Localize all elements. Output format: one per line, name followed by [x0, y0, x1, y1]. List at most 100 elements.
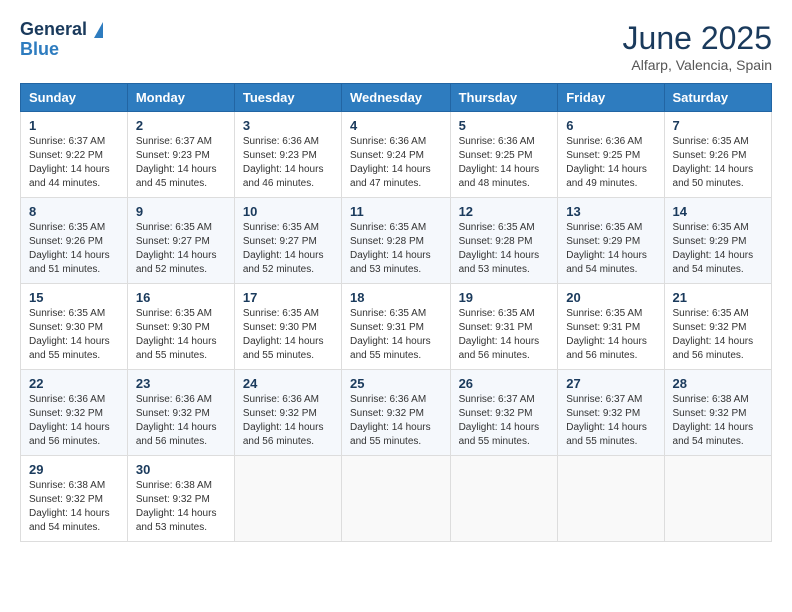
day-number: 1 — [29, 118, 119, 133]
day-number: 25 — [350, 376, 442, 391]
day-number: 11 — [350, 204, 442, 219]
day-info: Sunrise: 6:36 AMSunset: 9:32 PMDaylight:… — [243, 393, 333, 449]
calendar-cell: 5 Sunrise: 6:36 AMSunset: 9:25 PMDaylight… — [450, 112, 558, 198]
day-number: 7 — [673, 118, 763, 133]
calendar-cell: 7 Sunrise: 6:35 AMSunset: 9:26 PMDaylight… — [664, 112, 771, 198]
day-info: Sunrise: 6:37 AMSunset: 9:22 PMDaylight:… — [29, 135, 119, 191]
day-number: 29 — [29, 462, 119, 477]
calendar-week-1: 1 Sunrise: 6:37 AMSunset: 9:22 PMDaylight… — [21, 112, 772, 198]
day-info: Sunrise: 6:37 AMSunset: 9:23 PMDaylight:… — [136, 135, 226, 191]
day-number: 4 — [350, 118, 442, 133]
day-info: Sunrise: 6:36 AMSunset: 9:32 PMDaylight:… — [136, 393, 226, 449]
day-number: 14 — [673, 204, 763, 219]
calendar-week-4: 22Sunrise: 6:36 AMSunset: 9:32 PMDayligh… — [21, 370, 772, 456]
calendar-week-5: 29Sunrise: 6:38 AMSunset: 9:32 PMDayligh… — [21, 456, 772, 542]
day-number: 20 — [566, 290, 655, 305]
day-info: Sunrise: 6:37 AMSunset: 9:32 PMDaylight:… — [566, 393, 655, 449]
calendar-cell: 10Sunrise: 6:35 AMSunset: 9:27 PMDayligh… — [234, 198, 341, 284]
calendar-week-3: 15Sunrise: 6:35 AMSunset: 9:30 PMDayligh… — [21, 284, 772, 370]
day-info: Sunrise: 6:35 AMSunset: 9:28 PMDaylight:… — [459, 221, 550, 277]
calendar-cell: 27 Sunrise: 6:37 AMSunset: 9:32 PMDayligh… — [558, 370, 664, 456]
day-number: 18 — [350, 290, 442, 305]
calendar-cell: 13Sunrise: 6:35 AMSunset: 9:29 PMDayligh… — [558, 198, 664, 284]
day-header-wednesday: Wednesday — [342, 84, 451, 112]
calendar-cell: 30Sunrise: 6:38 AMSunset: 9:32 PMDayligh… — [127, 456, 234, 542]
day-info: Sunrise: 6:36 AMSunset: 9:24 PMDaylight:… — [350, 135, 442, 191]
calendar-cell: 12 Sunrise: 6:35 AMSunset: 9:28 PMDayligh… — [450, 198, 558, 284]
day-info: Sunrise: 6:35 AMSunset: 9:29 PMDaylight:… — [673, 221, 763, 277]
day-number: 21 — [673, 290, 763, 305]
day-number: 8 — [29, 204, 119, 219]
calendar-cell: 29Sunrise: 6:38 AMSunset: 9:32 PMDayligh… — [21, 456, 128, 542]
day-info: Sunrise: 6:35 AMSunset: 9:32 PMDaylight:… — [673, 307, 763, 363]
day-number: 28 — [673, 376, 763, 391]
calendar-cell: 24Sunrise: 6:36 AMSunset: 9:32 PMDayligh… — [234, 370, 341, 456]
calendar-cell: 11Sunrise: 6:35 AMSunset: 9:28 PMDayligh… — [342, 198, 451, 284]
logo: General Blue — [20, 20, 103, 60]
day-number: 30 — [136, 462, 226, 477]
day-info: Sunrise: 6:35 AMSunset: 9:30 PMDaylight:… — [136, 307, 226, 363]
calendar-cell: 19 Sunrise: 6:35 AMSunset: 9:31 PMDayligh… — [450, 284, 558, 370]
calendar-cell: 26Sunrise: 6:37 AMSunset: 9:32 PMDayligh… — [450, 370, 558, 456]
day-number: 16 — [136, 290, 226, 305]
calendar-cell: 22Sunrise: 6:36 AMSunset: 9:32 PMDayligh… — [21, 370, 128, 456]
calendar-cell: 2 Sunrise: 6:37 AMSunset: 9:23 PMDaylight… — [127, 112, 234, 198]
day-number: 17 — [243, 290, 333, 305]
day-info: Sunrise: 6:35 AMSunset: 9:30 PMDaylight:… — [29, 307, 119, 363]
calendar-cell: 21 Sunrise: 6:35 AMSunset: 9:32 PMDayligh… — [664, 284, 771, 370]
day-info: Sunrise: 6:35 AMSunset: 9:31 PMDaylight:… — [350, 307, 442, 363]
calendar-cell: 20 Sunrise: 6:35 AMSunset: 9:31 PMDayligh… — [558, 284, 664, 370]
day-header-saturday: Saturday — [664, 84, 771, 112]
calendar-cell: 9 Sunrise: 6:35 AMSunset: 9:27 PMDaylight… — [127, 198, 234, 284]
calendar-cell: 14 Sunrise: 6:35 AMSunset: 9:29 PMDayligh… — [664, 198, 771, 284]
day-number: 5 — [459, 118, 550, 133]
day-number: 19 — [459, 290, 550, 305]
calendar-cell — [342, 456, 451, 542]
day-number: 27 — [566, 376, 655, 391]
day-header-friday: Friday — [558, 84, 664, 112]
day-info: Sunrise: 6:36 AMSunset: 9:23 PMDaylight:… — [243, 135, 333, 191]
day-number: 9 — [136, 204, 226, 219]
title-section: June 2025 Alfarp, Valencia, Spain — [623, 20, 772, 73]
calendar-cell: 8 Sunrise: 6:35 AMSunset: 9:26 PMDaylight… — [21, 198, 128, 284]
day-number: 12 — [459, 204, 550, 219]
calendar-cell — [664, 456, 771, 542]
day-number: 3 — [243, 118, 333, 133]
calendar-cell: 16 Sunrise: 6:35 AMSunset: 9:30 PMDayligh… — [127, 284, 234, 370]
calendar-table: SundayMondayTuesdayWednesdayThursdayFrid… — [20, 83, 772, 542]
day-number: 13 — [566, 204, 655, 219]
logo-subtext: Blue — [20, 40, 103, 60]
day-number: 26 — [459, 376, 550, 391]
day-info: Sunrise: 6:35 AMSunset: 9:26 PMDaylight:… — [673, 135, 763, 191]
day-info: Sunrise: 6:36 AMSunset: 9:25 PMDaylight:… — [566, 135, 655, 191]
day-info: Sunrise: 6:35 AMSunset: 9:31 PMDaylight:… — [566, 307, 655, 363]
calendar-cell — [234, 456, 341, 542]
calendar-header-row: SundayMondayTuesdayWednesdayThursdayFrid… — [21, 84, 772, 112]
logo-text: General — [20, 20, 103, 40]
day-header-tuesday: Tuesday — [234, 84, 341, 112]
calendar-cell: 18 Sunrise: 6:35 AMSunset: 9:31 PMDayligh… — [342, 284, 451, 370]
day-info: Sunrise: 6:35 AMSunset: 9:26 PMDaylight:… — [29, 221, 119, 277]
day-number: 2 — [136, 118, 226, 133]
calendar-cell: 4 Sunrise: 6:36 AMSunset: 9:24 PMDaylight… — [342, 112, 451, 198]
day-header-sunday: Sunday — [21, 84, 128, 112]
day-info: Sunrise: 6:35 AMSunset: 9:31 PMDaylight:… — [459, 307, 550, 363]
calendar-cell: 1 Sunrise: 6:37 AMSunset: 9:22 PMDaylight… — [21, 112, 128, 198]
day-header-monday: Monday — [127, 84, 234, 112]
calendar-cell — [558, 456, 664, 542]
day-number: 23 — [136, 376, 226, 391]
day-header-thursday: Thursday — [450, 84, 558, 112]
day-number: 6 — [566, 118, 655, 133]
month-title: June 2025 — [623, 20, 772, 57]
day-info: Sunrise: 6:38 AMSunset: 9:32 PMDaylight:… — [673, 393, 763, 449]
calendar-week-2: 8 Sunrise: 6:35 AMSunset: 9:26 PMDaylight… — [21, 198, 772, 284]
calendar-cell: 15Sunrise: 6:35 AMSunset: 9:30 PMDayligh… — [21, 284, 128, 370]
day-info: Sunrise: 6:35 AMSunset: 9:27 PMDaylight:… — [136, 221, 226, 277]
calendar-cell: 17 Sunrise: 6:35 AMSunset: 9:30 PMDayligh… — [234, 284, 341, 370]
day-info: Sunrise: 6:35 AMSunset: 9:30 PMDaylight:… — [243, 307, 333, 363]
day-info: Sunrise: 6:36 AMSunset: 9:25 PMDaylight:… — [459, 135, 550, 191]
day-info: Sunrise: 6:36 AMSunset: 9:32 PMDaylight:… — [29, 393, 119, 449]
day-info: Sunrise: 6:36 AMSunset: 9:32 PMDaylight:… — [350, 393, 442, 449]
calendar-cell: 3 Sunrise: 6:36 AMSunset: 9:23 PMDaylight… — [234, 112, 341, 198]
calendar-cell: 6 Sunrise: 6:36 AMSunset: 9:25 PMDaylight… — [558, 112, 664, 198]
